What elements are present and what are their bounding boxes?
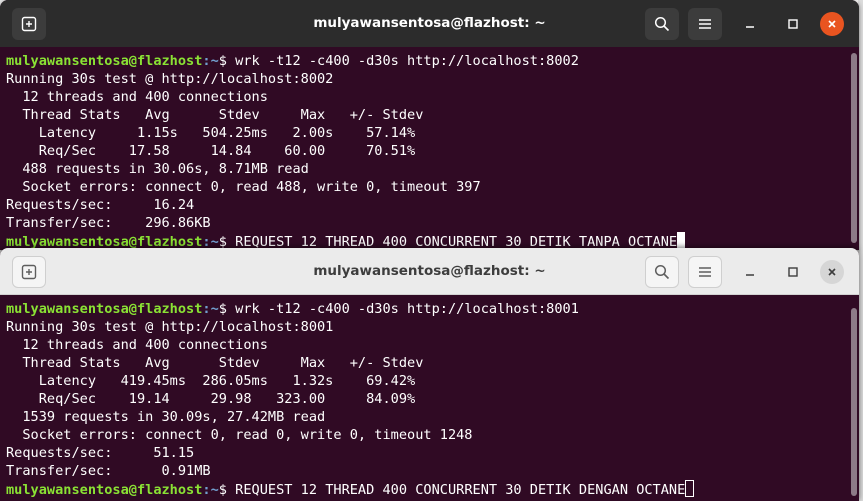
input-line[interactable]: mulyawansentosa@flazhost:~$ REQUEST 12 T… xyxy=(6,480,849,498)
new-tab-icon[interactable] xyxy=(12,8,46,40)
prompt-user: mulyawansentosa@flazhost xyxy=(6,301,203,317)
output-line: Requests/sec: 51.15 xyxy=(6,445,195,461)
output-line: 12 threads and 400 connections xyxy=(6,89,268,105)
text-cursor xyxy=(685,480,695,497)
output-line: Thread Stats Avg Stdev Max +/- Stdev xyxy=(6,107,424,123)
prompt-path: :~ xyxy=(202,301,219,317)
terminal-window-top[interactable]: mulyawansentosa@flazhost: ~ mulyawansent… xyxy=(0,0,859,250)
terminal-output[interactable]: mulyawansentosa@flazhost:~$ wrk -t12 -c4… xyxy=(0,47,849,250)
output-line: Thread Stats Avg Stdev Max +/- Stdev xyxy=(6,355,424,371)
command-line: mulyawansentosa@flazhost:~$ wrk -t12 -c4… xyxy=(6,300,849,318)
output-line: Socket errors: connect 0, read 0, write … xyxy=(6,427,473,443)
search-icon[interactable] xyxy=(645,256,679,288)
scrollbar[interactable] xyxy=(851,308,857,496)
hamburger-menu-icon[interactable] xyxy=(688,256,722,288)
output-line: Running 30s test @ http://localhost:8002 xyxy=(6,71,334,87)
output-line: Transfer/sec: 296.86KB xyxy=(6,215,211,231)
maximize-icon[interactable] xyxy=(781,12,805,36)
prompt-symbol: $ xyxy=(218,301,236,317)
text-cursor xyxy=(677,232,686,249)
terminal-window-bottom[interactable]: mulyawansentosa@flazhost: ~ mulyawansent… xyxy=(0,248,859,501)
output-line: Requests/sec: 16.24 xyxy=(6,197,195,213)
title-bar[interactable]: mulyawansentosa@flazhost: ~ xyxy=(0,0,859,47)
command-line: mulyawansentosa@flazhost:~$ wrk -t12 -c4… xyxy=(6,52,849,70)
title-bar[interactable]: mulyawansentosa@flazhost: ~ xyxy=(0,248,859,295)
output-line: Socket errors: connect 0, read 488, writ… xyxy=(6,179,481,195)
output-line: Running 30s test @ http://localhost:8001 xyxy=(6,319,334,335)
new-tab-icon[interactable] xyxy=(12,256,46,288)
search-icon[interactable] xyxy=(645,8,679,40)
minimize-icon[interactable] xyxy=(738,260,762,284)
maximize-icon[interactable] xyxy=(781,260,805,284)
prompt-symbol: $ xyxy=(218,482,236,498)
prompt-symbol: $ xyxy=(218,53,236,69)
prompt-path: :~ xyxy=(202,53,219,69)
window-title: mulyawansentosa@flazhost: ~ xyxy=(313,263,546,279)
output-line: Req/Sec 17.58 14.84 60.00 70.51% xyxy=(6,143,416,159)
command-text: wrk -t12 -c400 -d30s http://localhost:80… xyxy=(235,53,579,69)
window-title: mulyawansentosa@flazhost: ~ xyxy=(313,15,546,31)
current-input[interactable]: REQUEST 12 THREAD 400 CONCURRENT 30 DETI… xyxy=(235,482,685,498)
output-line: Latency 419.45ms 286.05ms 1.32s 69.42% xyxy=(6,373,416,389)
output-line: 12 threads and 400 connections xyxy=(6,337,268,353)
output-line: Latency 1.15s 504.25ms 2.00s 57.14% xyxy=(6,125,416,141)
prompt-user: mulyawansentosa@flazhost xyxy=(6,53,203,69)
terminal-output[interactable]: mulyawansentosa@flazhost:~$ wrk -t12 -c4… xyxy=(0,295,849,501)
prompt-user: mulyawansentosa@flazhost xyxy=(6,482,203,498)
output-line: Req/Sec 19.14 29.98 323.00 84.09% xyxy=(6,391,416,407)
output-line: Transfer/sec: 0.91MB xyxy=(6,463,211,479)
command-text: wrk -t12 -c400 -d30s http://localhost:80… xyxy=(235,301,579,317)
close-icon[interactable] xyxy=(820,260,844,284)
minimize-icon[interactable] xyxy=(738,12,762,36)
hamburger-menu-icon[interactable] xyxy=(688,8,722,40)
output-line: 488 requests in 30.06s, 8.71MB read xyxy=(6,161,309,177)
output-line: 1539 requests in 30.09s, 27.42MB read xyxy=(6,409,326,425)
close-icon[interactable] xyxy=(820,12,844,36)
prompt-path: :~ xyxy=(202,482,219,498)
scrollbar[interactable] xyxy=(851,53,857,243)
